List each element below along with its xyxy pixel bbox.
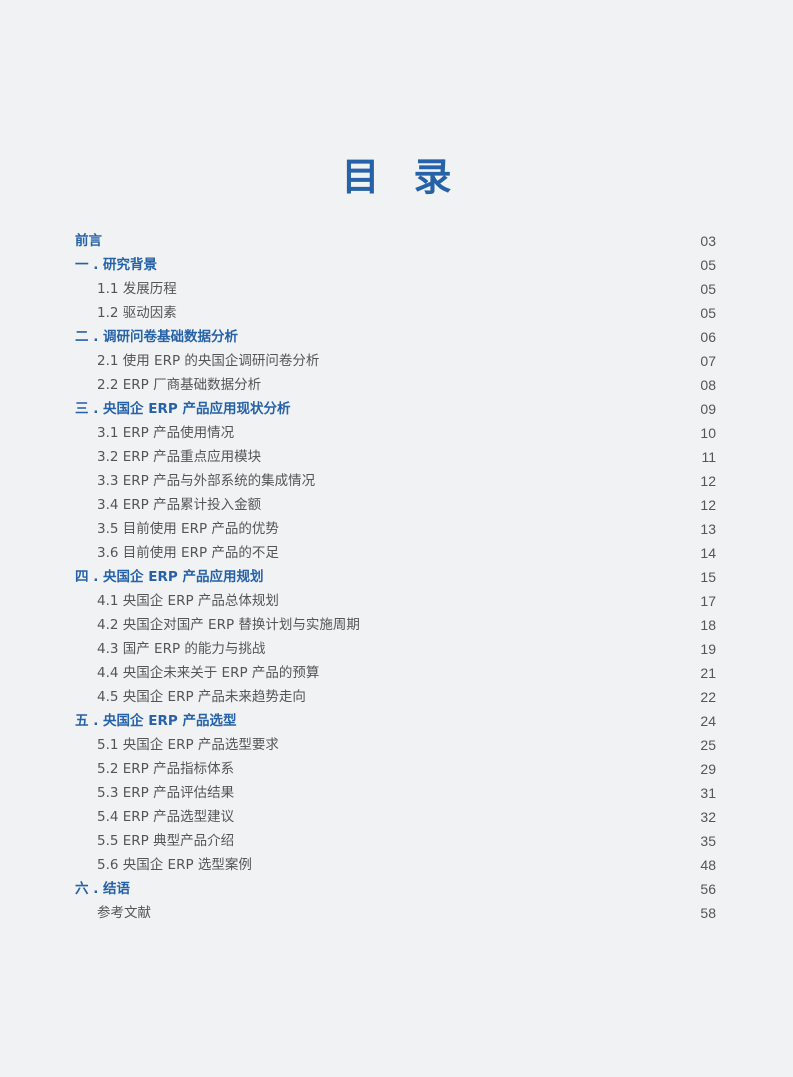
toc-section-entry[interactable]: 3.2 ERP 产品重点应用模块 11	[75, 445, 716, 469]
toc-entry-page-number: 19	[700, 641, 716, 657]
toc-chapter-entry[interactable]: 三 . 央国企 ERP 产品应用现状分析 09	[75, 397, 716, 421]
toc-entry-page-number: 08	[700, 377, 716, 393]
toc-entry-page-number: 09	[700, 401, 716, 417]
toc-entry-page-number: 18	[700, 617, 716, 633]
toc-entry-page-number: 03	[700, 233, 716, 249]
toc-section-entry[interactable]: 3.3 ERP 产品与外部系统的集成情况 12	[75, 469, 716, 493]
toc-entry-label: 2.2 ERP 厂商基础数据分析	[97, 377, 262, 393]
toc-entry-label: 1.2 驱动因素	[97, 305, 177, 321]
table-of-contents: 前言 03 一 . 研究背景 05 1.1 发展历程 05 1.2 驱动因素 05 二 . 调研…	[75, 229, 716, 925]
toc-entry-page-number: 25	[700, 737, 716, 753]
toc-entry-label: 参考文献	[97, 905, 151, 921]
toc-entry-page-number: 11	[701, 449, 716, 465]
toc-entry-label: 一 . 研究背景	[75, 257, 158, 273]
toc-section-entry[interactable]: 1.1 发展历程 05	[75, 277, 716, 301]
toc-section-entry[interactable]: 5.5 ERP 典型产品介绍 35	[75, 829, 716, 853]
toc-section-entry[interactable]: 3.4 ERP 产品累计投入金额 12	[75, 493, 716, 517]
toc-entry-page-number: 05	[700, 305, 716, 321]
toc-entry-label: 5.2 ERP 产品指标体系	[97, 761, 235, 777]
toc-entry-page-number: 24	[700, 713, 716, 729]
toc-entry-label: 4.3 国产 ERP 的能力与挑战	[97, 641, 266, 657]
toc-chapter-entry[interactable]: 四 . 央国企 ERP 产品应用规划 15	[75, 565, 716, 589]
toc-entry-label: 3.4 ERP 产品累计投入金额	[97, 497, 262, 513]
toc-entry-page-number: 31	[700, 785, 716, 801]
toc-entry-page-number: 17	[700, 593, 716, 609]
toc-entry-label: 4.1 央国企 ERP 产品总体规划	[97, 593, 279, 609]
page-title: 目录	[0, 146, 793, 201]
toc-entry-page-number: 10	[700, 425, 716, 441]
toc-section-entry[interactable]: 3.1 ERP 产品使用情况 10	[75, 421, 716, 445]
toc-entry-label: 二 . 调研问卷基础数据分析	[75, 329, 239, 345]
toc-chapter-entry[interactable]: 五 . 央国企 ERP 产品选型 24	[75, 709, 716, 733]
toc-entry-label: 5.1 央国企 ERP 产品选型要求	[97, 737, 279, 753]
toc-entry-label: 2.1 使用 ERP 的央国企调研问卷分析	[97, 353, 320, 369]
toc-entry-page-number: 21	[700, 665, 716, 681]
toc-entry-label: 5.4 ERP 产品选型建议	[97, 809, 235, 825]
toc-entry-label: 三 . 央国企 ERP 产品应用现状分析	[75, 401, 291, 417]
toc-section-entry[interactable]: 参考文献 58	[75, 901, 716, 925]
toc-entry-label: 3.1 ERP 产品使用情况	[97, 425, 235, 441]
title-char-2: 录	[413, 155, 452, 199]
toc-entry-label: 4.4 央国企未来关于 ERP 产品的预算	[97, 665, 320, 681]
toc-entry-page-number: 35	[700, 833, 716, 849]
toc-chapter-entry[interactable]: 六 . 结语 56	[75, 877, 716, 901]
toc-entry-label: 4.2 央国企对国产 ERP 替换计划与实施周期	[97, 617, 360, 633]
toc-section-entry[interactable]: 4.1 央国企 ERP 产品总体规划 17	[75, 589, 716, 613]
toc-section-entry[interactable]: 2.2 ERP 厂商基础数据分析 08	[75, 373, 716, 397]
toc-entry-page-number: 05	[700, 281, 716, 297]
toc-entry-page-number: 32	[700, 809, 716, 825]
toc-entry-label: 1.1 发展历程	[97, 281, 177, 297]
toc-section-entry[interactable]: 3.5 目前使用 ERP 产品的优势 13	[75, 517, 716, 541]
toc-entry-label: 3.2 ERP 产品重点应用模块	[97, 449, 262, 465]
toc-chapter-entry[interactable]: 二 . 调研问卷基础数据分析 06	[75, 325, 716, 349]
toc-entry-label: 3.6 目前使用 ERP 产品的不足	[97, 545, 279, 561]
toc-entry-page-number: 15	[700, 569, 716, 585]
toc-section-entry[interactable]: 5.2 ERP 产品指标体系 29	[75, 757, 716, 781]
toc-entry-page-number: 06	[700, 329, 716, 345]
toc-section-entry[interactable]: 4.5 央国企 ERP 产品未来趋势走向 22	[75, 685, 716, 709]
toc-section-entry[interactable]: 4.3 国产 ERP 的能力与挑战 19	[75, 637, 716, 661]
toc-entry-page-number: 12	[700, 473, 716, 489]
toc-entry-label: 3.3 ERP 产品与外部系统的集成情况	[97, 473, 316, 489]
toc-entry-page-number: 14	[700, 545, 716, 561]
toc-entry-label: 4.5 央国企 ERP 产品未来趋势走向	[97, 689, 306, 705]
toc-section-entry[interactable]: 4.4 央国企未来关于 ERP 产品的预算 21	[75, 661, 716, 685]
toc-section-entry[interactable]: 5.3 ERP 产品评估结果 31	[75, 781, 716, 805]
toc-entry-label: 六 . 结语	[75, 881, 131, 897]
toc-section-entry[interactable]: 1.2 驱动因素 05	[75, 301, 716, 325]
toc-section-entry[interactable]: 5.6 央国企 ERP 选型案例 48	[75, 853, 716, 877]
toc-entry-label: 3.5 目前使用 ERP 产品的优势	[97, 521, 279, 537]
toc-section-entry[interactable]: 5.1 央国企 ERP 产品选型要求 25	[75, 733, 716, 757]
toc-section-entry[interactable]: 2.1 使用 ERP 的央国企调研问卷分析 07	[75, 349, 716, 373]
toc-section-entry[interactable]: 5.4 ERP 产品选型建议 32	[75, 805, 716, 829]
toc-entry-page-number: 48	[700, 857, 716, 873]
toc-entry-page-number: 07	[700, 353, 716, 369]
toc-entry-label: 五 . 央国企 ERP 产品选型	[75, 713, 237, 729]
toc-entry-label: 5.5 ERP 典型产品介绍	[97, 833, 235, 849]
toc-entry-label: 5.6 央国企 ERP 选型案例	[97, 857, 252, 873]
title-char-1: 目	[341, 155, 380, 199]
toc-entry-page-number: 56	[700, 881, 716, 897]
toc-entry-page-number: 13	[700, 521, 716, 537]
toc-entry-page-number: 05	[700, 257, 716, 273]
toc-section-entry[interactable]: 3.6 目前使用 ERP 产品的不足 14	[75, 541, 716, 565]
toc-entry-page-number: 12	[700, 497, 716, 513]
toc-chapter-entry[interactable]: 前言 03	[75, 229, 716, 253]
toc-chapter-entry[interactable]: 一 . 研究背景 05	[75, 253, 716, 277]
toc-entry-label: 前言	[75, 233, 102, 249]
toc-entry-label: 5.3 ERP 产品评估结果	[97, 785, 235, 801]
toc-entry-page-number: 22	[700, 689, 716, 705]
toc-section-entry[interactable]: 4.2 央国企对国产 ERP 替换计划与实施周期 18	[75, 613, 716, 637]
toc-entry-page-number: 58	[700, 905, 716, 921]
toc-entry-label: 四 . 央国企 ERP 产品应用规划	[75, 569, 264, 585]
toc-entry-page-number: 29	[700, 761, 716, 777]
